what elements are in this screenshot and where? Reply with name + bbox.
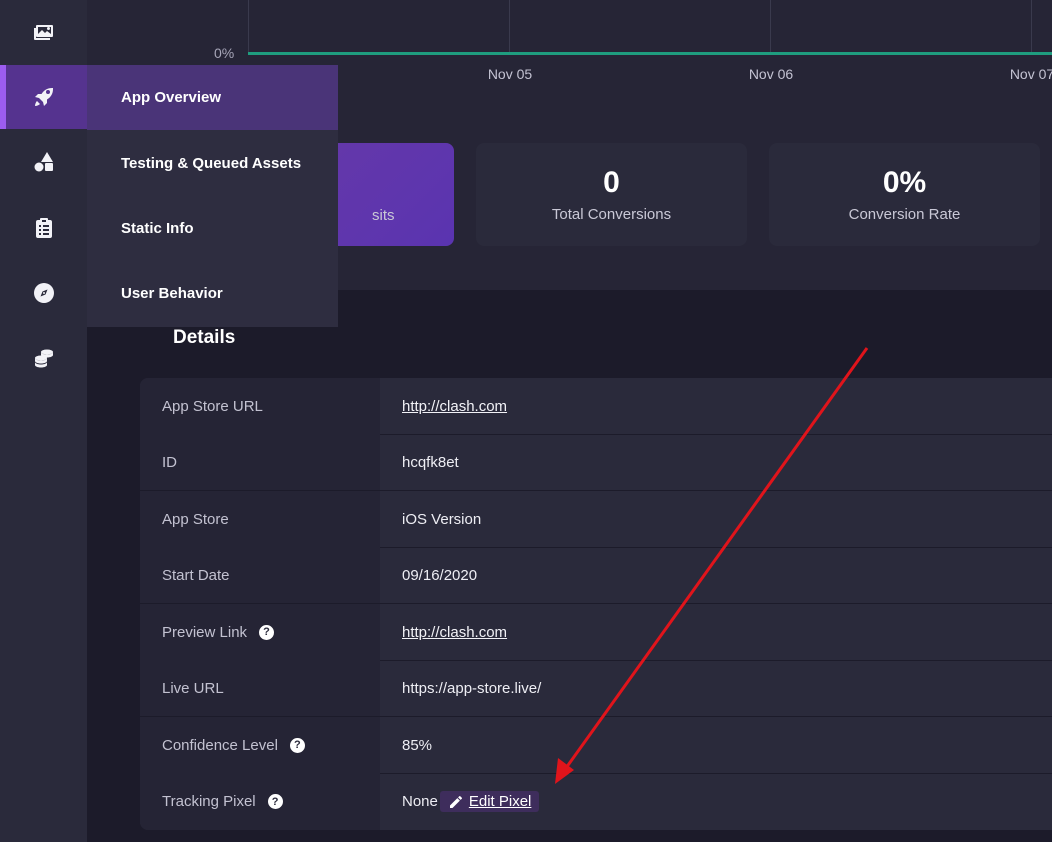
rail-item-user-behavior[interactable] <box>0 261 87 325</box>
rail-item-testing[interactable] <box>0 130 87 194</box>
help-icon[interactable]: ? <box>259 624 275 640</box>
y-tick-label: 0% <box>214 45 235 61</box>
rail-item-media[interactable] <box>0 0 87 64</box>
detail-value: http://clash.com <box>380 378 1052 434</box>
conversion-rate-value: 0% <box>882 166 927 199</box>
detail-value: hcqfk8et <box>402 453 459 471</box>
detail-value: 09/16/2020 <box>402 566 478 584</box>
detail-row-app-store-url: App Store URL http://clash.com <box>140 378 1052 435</box>
detail-key: App Store <box>140 491 380 547</box>
rocket-icon <box>34 88 53 106</box>
detail-key: Start Date <box>140 547 380 603</box>
grid-line <box>1031 0 1032 55</box>
detail-key: Confidence Level ? <box>140 717 380 773</box>
detail-row-id: ID hcqfk8et <box>140 434 1052 491</box>
shapes-icon <box>34 152 53 172</box>
nav-item-user-behavior[interactable]: User Behavior <box>87 261 338 326</box>
detail-row-confidence-level: Confidence Level ? 85% <box>140 717 1052 774</box>
detail-key: Tracking Pixel ? <box>140 773 380 830</box>
detail-value: None Edit Pixel <box>380 773 1052 830</box>
help-icon[interactable]: ? <box>267 794 283 809</box>
rail-item-static-info[interactable] <box>0 196 87 260</box>
icon-rail <box>0 0 87 842</box>
nav-item-testing-queued-assets[interactable]: Testing & Queued Assets <box>87 131 338 196</box>
help-icon[interactable]: ? <box>289 737 305 753</box>
compass-icon <box>33 283 54 303</box>
detail-value: 85% <box>402 736 433 754</box>
conversion-rate-label: Conversion Rate <box>848 206 961 223</box>
nav-item-app-overview[interactable]: App Overview <box>87 65 338 130</box>
detail-key: Preview Link ? <box>140 604 380 660</box>
detail-value: iOS Version <box>402 510 482 528</box>
rail-item-app-overview[interactable] <box>0 65 87 129</box>
detail-value: https://app-store.live/ <box>402 679 542 697</box>
detail-key-label: Preview Link <box>162 623 248 641</box>
detail-row-live-url: Live URL https://app-store.live/ <box>140 660 1052 717</box>
edit-pixel-label: Edit Pixel <box>468 793 532 810</box>
x-tick-label: Nov 06 <box>748 66 794 82</box>
nav-item-static-info[interactable]: Static Info <box>87 196 338 261</box>
conversions-card[interactable]: 0 Total Conversions <box>476 143 747 246</box>
edit-pixel-button[interactable]: Edit Pixel <box>439 791 540 812</box>
details-table: App Store URL http://clash.com ID hcqfk8… <box>140 378 1052 830</box>
tracking-pixel-value: None <box>402 793 438 810</box>
detail-key-label: Confidence Level <box>162 736 278 754</box>
visits-label: sits <box>372 207 395 224</box>
app-store-url-link[interactable]: http://clash.com <box>402 398 507 415</box>
images-icon <box>33 25 53 40</box>
grid-line <box>248 0 249 55</box>
details-heading: Details <box>173 327 236 348</box>
rail-item-billing[interactable] <box>0 326 87 390</box>
x-tick-label: Nov 05 <box>487 66 533 82</box>
detail-key-label: Tracking Pixel <box>162 793 256 810</box>
detail-value: http://clash.com <box>380 604 1052 660</box>
grid-line <box>770 0 771 55</box>
detail-row-preview-link: Preview Link ? http://clash.com <box>140 604 1052 661</box>
preview-link[interactable]: http://clash.com <box>402 624 507 641</box>
conversions-label: Total Conversions <box>551 206 672 223</box>
x-tick-label: Nov 07 <box>1009 66 1052 82</box>
detail-row-start-date: Start Date 09/16/2020 <box>140 547 1052 604</box>
detail-key: App Store URL <box>140 378 380 434</box>
conversions-value: 0 <box>603 166 620 199</box>
detail-row-tracking-pixel: Tracking Pixel ? None Edit Pixel <box>140 773 1052 830</box>
coins-icon <box>34 349 53 368</box>
nav-flyout: App Overview Testing & Queued Assets Sta… <box>87 65 338 327</box>
conversion-rate-card[interactable]: 0% Conversion Rate <box>769 143 1040 246</box>
grid-line <box>509 0 510 55</box>
series-line <box>248 52 1052 55</box>
clipboard-icon <box>35 218 52 238</box>
detail-key: Live URL <box>140 660 380 716</box>
pencil-icon <box>449 795 462 808</box>
detail-row-app-store: App Store iOS Version <box>140 491 1052 548</box>
chart-plot <box>248 0 1052 55</box>
detail-key: ID <box>140 434 380 490</box>
